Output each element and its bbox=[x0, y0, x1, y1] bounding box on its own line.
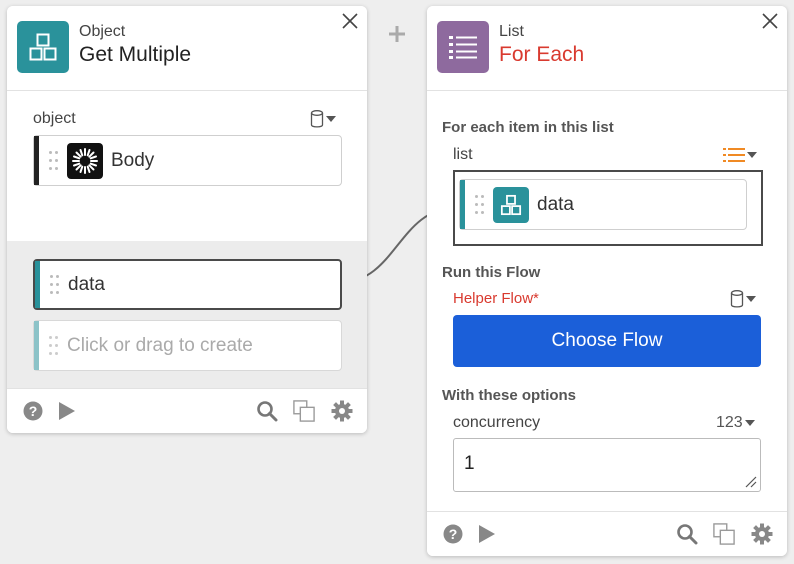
close-icon[interactable] bbox=[341, 12, 359, 30]
object-get-multiple-card: Object Get Multiple object Body data Cli… bbox=[7, 6, 367, 433]
play-icon[interactable] bbox=[55, 400, 77, 422]
list-field-label: list bbox=[453, 146, 473, 163]
object-app-icon bbox=[493, 186, 529, 223]
add-step-plus-icon[interactable] bbox=[388, 25, 406, 43]
close-icon[interactable] bbox=[761, 12, 779, 30]
card-footer: ? bbox=[7, 388, 367, 433]
object-app-icon bbox=[17, 21, 69, 73]
list-type-dropdown[interactable] bbox=[723, 147, 757, 163]
object-field-pill[interactable]: Body bbox=[33, 135, 342, 186]
copy-icon[interactable] bbox=[293, 400, 315, 422]
drag-handle-icon bbox=[49, 335, 59, 356]
list-icon bbox=[723, 148, 745, 162]
list-app-icon bbox=[437, 21, 489, 73]
output-data-label: data bbox=[68, 273, 105, 295]
gear-icon[interactable] bbox=[751, 523, 773, 545]
body-app-icon bbox=[67, 142, 103, 179]
card-app-name: List bbox=[499, 23, 524, 40]
object-field-label: object bbox=[33, 110, 76, 127]
database-icon bbox=[730, 290, 744, 308]
options-heading: With these options bbox=[442, 387, 577, 404]
help-icon[interactable]: ? bbox=[442, 523, 464, 545]
concurrency-input[interactable]: 1 bbox=[453, 438, 761, 492]
chevron-down-icon bbox=[746, 296, 756, 302]
drag-handle-icon[interactable] bbox=[475, 194, 485, 215]
for-each-heading: For each item in this list bbox=[442, 119, 614, 136]
pill-color-bar bbox=[460, 180, 465, 229]
concurrency-value: 1 bbox=[464, 453, 475, 474]
list-data-pill[interactable]: data bbox=[459, 179, 747, 230]
list-for-each-card: List For Each For each item in this list… bbox=[427, 6, 787, 556]
chevron-down-icon bbox=[744, 420, 755, 426]
card-title: For Each bbox=[499, 43, 585, 66]
helper-flow-label: Helper Flow* bbox=[453, 290, 539, 307]
card-header: Object Get Multiple bbox=[7, 6, 367, 91]
copy-icon[interactable] bbox=[713, 523, 735, 545]
card-title: Get Multiple bbox=[79, 43, 192, 66]
database-icon bbox=[310, 110, 324, 128]
gear-icon[interactable] bbox=[331, 400, 353, 422]
card-footer: ? bbox=[427, 511, 787, 556]
chevron-down-icon bbox=[747, 152, 757, 158]
choose-flow-button[interactable]: Choose Flow bbox=[453, 315, 761, 367]
card-header: List For Each bbox=[427, 6, 787, 91]
pill-color-bar bbox=[34, 136, 39, 185]
card-app-name: Object bbox=[79, 23, 126, 40]
run-flow-heading: Run this Flow bbox=[442, 264, 541, 281]
drag-handle-icon[interactable] bbox=[49, 150, 59, 171]
help-icon[interactable]: ? bbox=[22, 400, 44, 422]
search-icon[interactable] bbox=[256, 400, 278, 422]
list-field-value: data bbox=[537, 193, 574, 215]
create-output-pill[interactable]: Click or drag to create bbox=[33, 320, 342, 371]
helper-flow-type-dropdown[interactable] bbox=[730, 290, 756, 308]
output-data-pill[interactable]: data bbox=[33, 259, 342, 310]
pill-color-bar bbox=[35, 261, 40, 308]
list-drop-target[interactable]: data bbox=[453, 170, 763, 246]
object-type-dropdown[interactable] bbox=[310, 110, 336, 128]
create-output-placeholder: Click or drag to create bbox=[67, 334, 253, 356]
play-icon[interactable] bbox=[475, 523, 497, 545]
number-type-label: 123 bbox=[716, 414, 743, 431]
pill-color-bar bbox=[34, 321, 39, 370]
svg-text:?: ? bbox=[29, 403, 38, 419]
chevron-down-icon bbox=[326, 116, 336, 122]
concurrency-type-dropdown[interactable]: 123 bbox=[716, 414, 755, 432]
concurrency-label: concurrency bbox=[453, 414, 541, 431]
drag-handle-icon[interactable] bbox=[50, 274, 60, 295]
object-field-value: Body bbox=[111, 149, 155, 171]
outputs-section: data Click or drag to create bbox=[7, 241, 367, 389]
resize-handle-icon[interactable] bbox=[745, 476, 757, 488]
search-icon[interactable] bbox=[676, 523, 698, 545]
svg-text:?: ? bbox=[449, 526, 458, 542]
